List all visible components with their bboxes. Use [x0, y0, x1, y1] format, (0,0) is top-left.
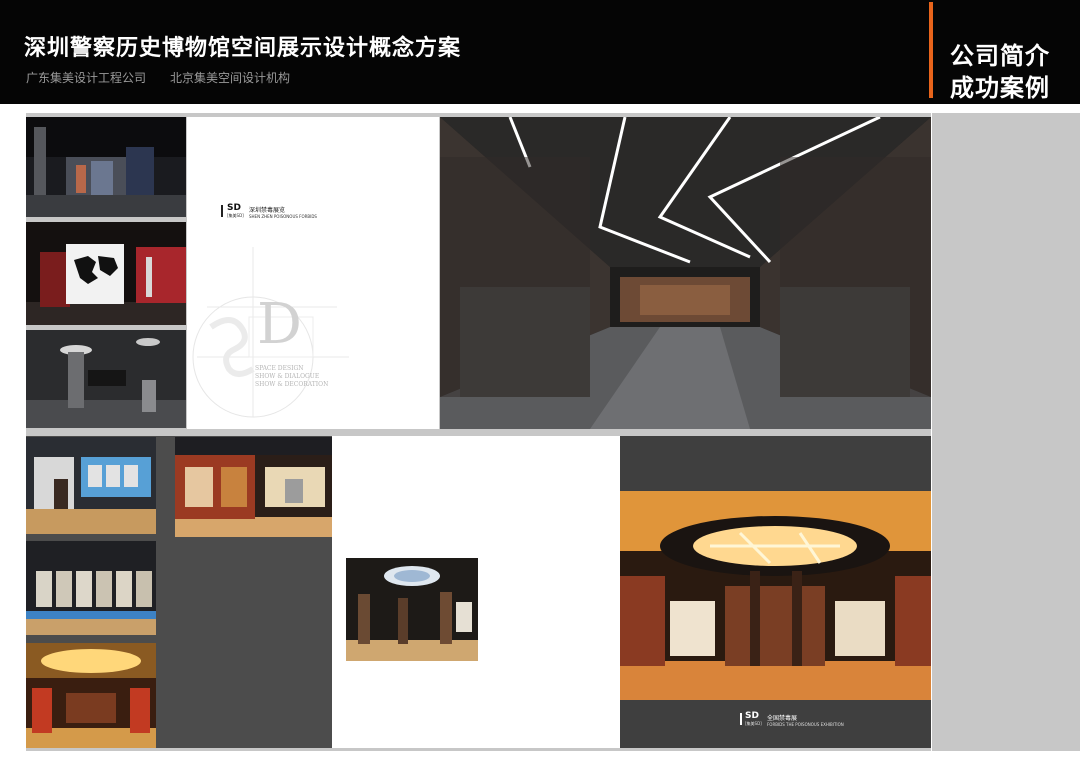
exhibit-name-en: SHEN ZHEN POISONOUS FORBIDS	[249, 214, 317, 219]
exhibit-photo-6	[26, 643, 156, 748]
big-letter-d: D	[257, 292, 302, 357]
company-name-beijing: 北京集美空间设计机构	[170, 71, 291, 85]
exhibit-name-en: FORBIDS THE POISONOUS EXHIBITION	[767, 722, 844, 727]
tagline-2: SHOW & DIALOGUE	[255, 373, 320, 380]
exhibit-photo-3	[26, 330, 186, 428]
sd-logo: SD	[227, 203, 241, 213]
section-label-cases: 成功案例	[950, 74, 1050, 102]
rotunda-exhibit-photo	[620, 491, 931, 700]
sd-logo-subtitle: [集美SD]	[745, 721, 762, 726]
header-bar: 深圳警察历史博物馆空间展示设计概念方案 广东集美设计工程公司 北京集美空间设计机…	[0, 0, 1080, 104]
logo-bar	[221, 205, 223, 217]
corridor-render-photo	[440, 117, 931, 429]
exhibit-name-cn: 深圳禁毒展览	[249, 207, 286, 214]
right-gray-margin	[932, 113, 1080, 751]
accent-divider	[929, 2, 933, 98]
exhibit-photo-5	[26, 541, 156, 635]
page-title: 深圳警察历史博物馆空间展示设计概念方案	[24, 36, 462, 61]
exhibit-photo-8	[346, 558, 478, 661]
logo-bar	[740, 713, 742, 725]
exhibit-photo-1	[26, 117, 186, 217]
exhibit-photo-7	[175, 437, 332, 537]
section-label-intro: 公司简介	[950, 42, 1050, 70]
exhibit-name-cn: 全国禁毒展	[767, 715, 798, 722]
tagline-1: SPACE DESIGN	[255, 365, 304, 372]
brochure-cover-1: SD [集美SD] 深圳禁毒展览 SHEN ZHEN POISONOUS FOR…	[187, 117, 439, 429]
tagline-3: SHOW & DECORATION	[255, 381, 329, 388]
company-name-guangdong: 广东集美设计工程公司	[26, 71, 147, 85]
sd-logo-subtitle: [集美SD]	[227, 213, 244, 218]
sd-logo: SD	[745, 711, 759, 721]
exhibit-photo-2	[26, 222, 186, 325]
exhibit-photo-4	[26, 437, 156, 534]
